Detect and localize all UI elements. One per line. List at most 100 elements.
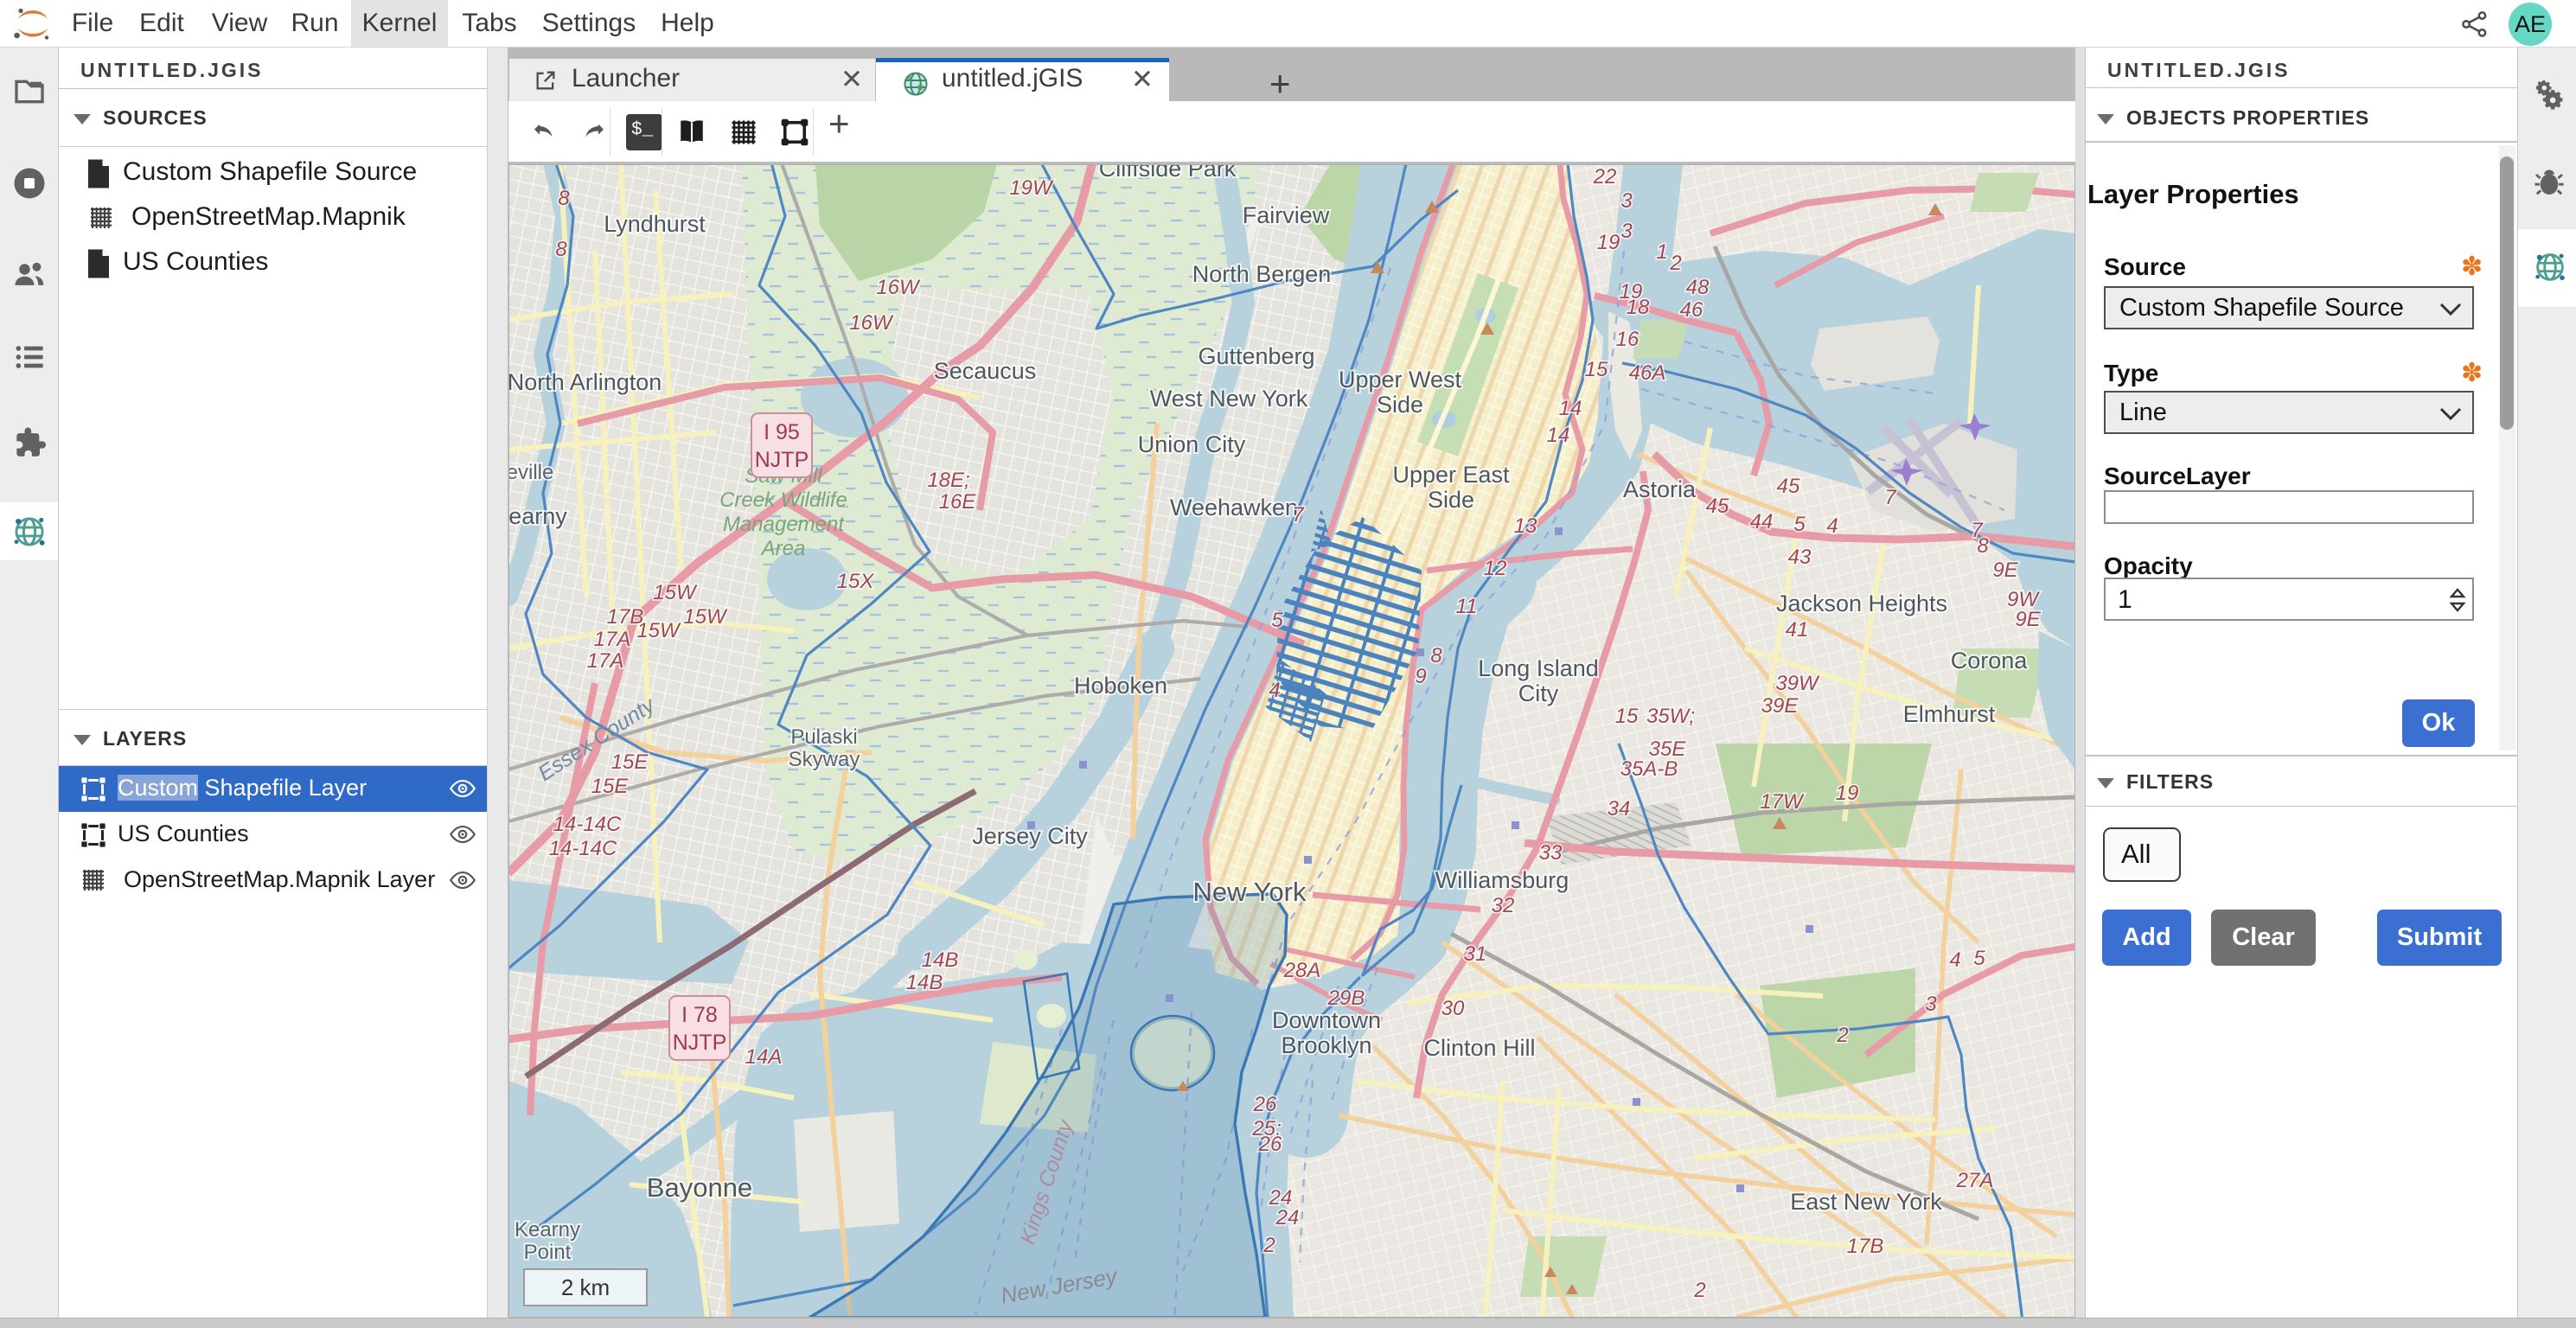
svg-text:4: 4 xyxy=(1949,948,1960,972)
svg-text:39E: 39E xyxy=(1761,694,1799,718)
svg-text:Jersey City: Jersey City xyxy=(972,823,1088,849)
svg-text:Cliffside Park: Cliffside Park xyxy=(1099,164,1237,182)
svg-text:32: 32 xyxy=(1492,894,1515,917)
svg-text:48: 48 xyxy=(1686,276,1710,299)
svg-text:Secaucus: Secaucus xyxy=(934,358,1037,384)
svg-text:Downtown: Downtown xyxy=(1272,1007,1381,1033)
svg-text:Williamsburg: Williamsburg xyxy=(1435,867,1569,893)
svg-text:2: 2 xyxy=(1693,1279,1705,1302)
svg-text:16E: 16E xyxy=(939,490,977,514)
svg-text:15E: 15E xyxy=(611,750,649,774)
svg-text:33: 33 xyxy=(1539,841,1563,865)
svg-text:17A: 17A xyxy=(594,628,631,651)
svg-text:Upper East: Upper East xyxy=(1392,462,1510,488)
svg-text:9: 9 xyxy=(1415,665,1426,688)
svg-text:West New York: West New York xyxy=(1150,386,1308,412)
svg-text:34: 34 xyxy=(1608,797,1631,820)
svg-text:15: 15 xyxy=(1615,705,1639,728)
svg-text:Side: Side xyxy=(1428,487,1474,513)
svg-text:8: 8 xyxy=(555,238,567,261)
svg-text:17B: 17B xyxy=(1847,1235,1884,1258)
svg-text:Long Island: Long Island xyxy=(1478,655,1599,681)
svg-text:Kearny: Kearny xyxy=(508,503,567,529)
svg-text:17B: 17B xyxy=(607,605,644,629)
svg-text:Corona: Corona xyxy=(1951,648,2029,674)
svg-text:29B: 29B xyxy=(1327,986,1365,1010)
svg-text:45: 45 xyxy=(1777,475,1800,498)
svg-text:39W: 39W xyxy=(1775,672,1820,695)
svg-text:15: 15 xyxy=(1585,358,1608,381)
svg-text:I 95: I 95 xyxy=(764,420,800,444)
svg-text:Jackson Heights: Jackson Heights xyxy=(1776,591,1947,616)
svg-text:19W: 19W xyxy=(1009,176,1054,200)
svg-text:North Arlington: North Arlington xyxy=(508,369,662,395)
svg-text:13: 13 xyxy=(1514,514,1537,538)
svg-text:14: 14 xyxy=(1559,397,1582,420)
svg-text:I 78: I 78 xyxy=(681,1003,718,1027)
svg-text:eville: eville xyxy=(508,461,553,484)
svg-text:2 km: 2 km xyxy=(561,1274,610,1300)
svg-text:5: 5 xyxy=(1271,609,1283,632)
svg-text:15W: 15W xyxy=(683,605,728,629)
svg-text:14-14C: 14-14C xyxy=(549,837,617,860)
svg-text:22: 22 xyxy=(1593,165,1617,188)
svg-text:3: 3 xyxy=(1620,220,1633,243)
svg-text:9E: 9E xyxy=(2015,608,2041,631)
svg-text:4: 4 xyxy=(1269,679,1280,702)
svg-text:Guttenberg: Guttenberg xyxy=(1198,343,1314,369)
svg-text:41: 41 xyxy=(1786,618,1809,642)
svg-text:18E;: 18E; xyxy=(927,469,969,492)
svg-text:46: 46 xyxy=(1680,298,1703,322)
svg-text:16: 16 xyxy=(1616,328,1640,351)
svg-text:Elmhurst: Elmhurst xyxy=(1903,701,1996,727)
svg-text:Pulaski: Pulaski xyxy=(790,725,857,749)
svg-text:2: 2 xyxy=(1669,252,1681,275)
svg-text:17A: 17A xyxy=(587,649,624,673)
svg-text:NJTP: NJTP xyxy=(755,448,809,472)
svg-text:30: 30 xyxy=(1441,997,1465,1020)
svg-text:14A: 14A xyxy=(745,1045,783,1069)
svg-text:Upper West: Upper West xyxy=(1339,367,1462,393)
svg-text:12: 12 xyxy=(1484,557,1507,580)
svg-text:5: 5 xyxy=(1973,947,1985,970)
svg-text:Hoboken: Hoboken xyxy=(1074,673,1167,699)
svg-text:14: 14 xyxy=(1547,424,1570,447)
svg-text:Clinton Hill: Clinton Hill xyxy=(1423,1035,1535,1061)
svg-text:East New York: East New York xyxy=(1790,1189,1942,1215)
svg-text:Lyndhurst: Lyndhurst xyxy=(604,211,706,237)
svg-text:17W: 17W xyxy=(1760,790,1805,814)
svg-text:19: 19 xyxy=(1597,231,1620,254)
svg-text:2: 2 xyxy=(1836,1024,1848,1047)
svg-text:15E: 15E xyxy=(591,775,630,798)
svg-text:Creek Wildlife: Creek Wildlife xyxy=(719,488,847,512)
svg-text:4: 4 xyxy=(1826,514,1838,538)
svg-text:3: 3 xyxy=(1925,993,1937,1016)
svg-text:14B: 14B xyxy=(906,971,943,994)
svg-text:26: 26 xyxy=(1258,1133,1282,1156)
svg-text:8: 8 xyxy=(558,187,570,210)
svg-text:Union City: Union City xyxy=(1138,431,1246,457)
svg-text:Bayonne: Bayonne xyxy=(647,1172,752,1203)
svg-text:28A: 28A xyxy=(1283,959,1321,982)
svg-text:44: 44 xyxy=(1750,510,1774,533)
svg-text:43: 43 xyxy=(1788,546,1812,569)
svg-text:Management: Management xyxy=(723,513,845,536)
svg-text:18: 18 xyxy=(1627,296,1650,319)
svg-text:31: 31 xyxy=(1464,942,1487,966)
svg-text:24: 24 xyxy=(1275,1206,1300,1229)
svg-text:7: 7 xyxy=(1884,486,1897,509)
svg-text:Area: Area xyxy=(760,537,806,560)
svg-text:7: 7 xyxy=(1292,503,1305,527)
svg-text:NJTP: NJTP xyxy=(673,1031,727,1055)
svg-text:15W: 15W xyxy=(653,581,698,604)
svg-text:Astoria: Astoria xyxy=(1623,476,1697,502)
svg-text:45: 45 xyxy=(1706,495,1729,518)
svg-text:5: 5 xyxy=(1793,513,1806,536)
svg-text:2: 2 xyxy=(1262,1234,1275,1257)
svg-text:19: 19 xyxy=(1836,782,1859,805)
svg-text:Weehawken: Weehawken xyxy=(1170,495,1298,520)
svg-text:8: 8 xyxy=(1430,644,1442,667)
svg-text:1: 1 xyxy=(1656,240,1667,264)
svg-text:New York: New York xyxy=(1193,877,1307,907)
svg-text:Fairview: Fairview xyxy=(1243,202,1330,228)
